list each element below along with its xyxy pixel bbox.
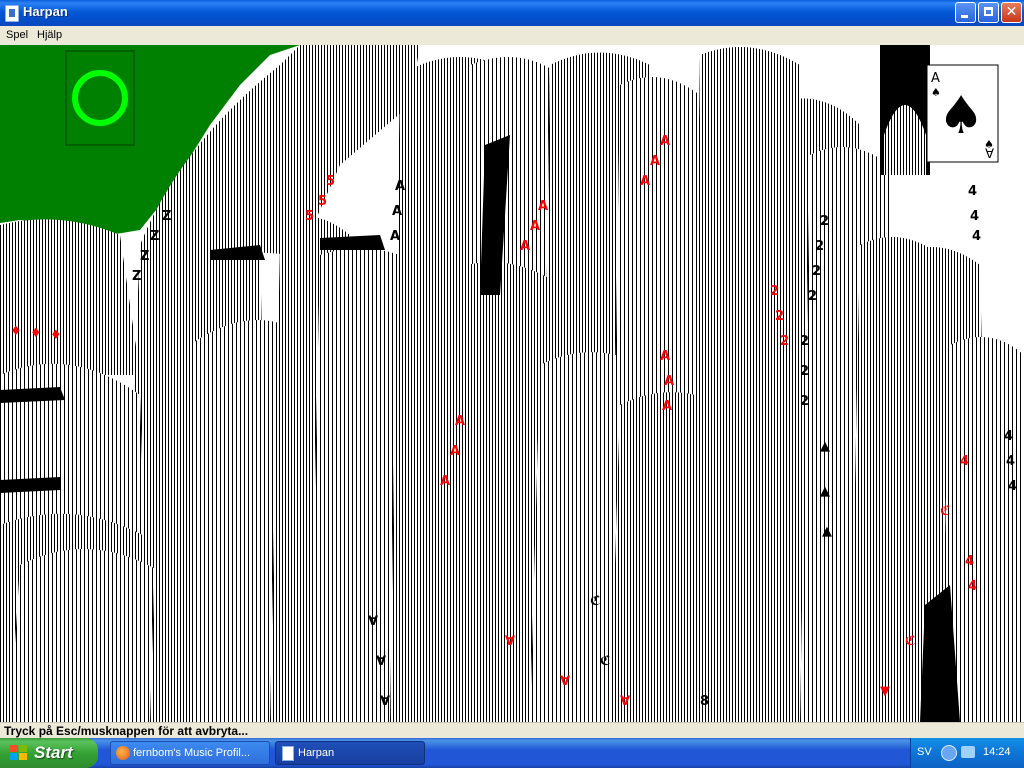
svg-text:▼: ▼: [880, 684, 890, 699]
svg-text:A: A: [440, 474, 450, 489]
svg-text:2: 2: [800, 394, 809, 409]
svg-text:∀: ∀: [505, 634, 515, 649]
svg-text:2: 2: [812, 264, 821, 279]
svg-text:∀: ∀: [376, 654, 386, 669]
svg-text:♠: ♠: [938, 86, 985, 146]
network-icon[interactable]: [961, 746, 975, 758]
svg-text:A: A: [392, 204, 402, 219]
svg-text:♦: ♦: [10, 324, 22, 339]
restore-icon: [984, 7, 993, 16]
svg-text:2: 2: [815, 239, 824, 254]
svg-text:A: A: [395, 179, 405, 194]
minimize-icon: [961, 15, 968, 18]
svg-text:2: 2: [780, 334, 789, 349]
svg-text:4: 4: [1008, 479, 1017, 494]
show-hidden-icons-icon[interactable]: [941, 745, 957, 761]
taskbar: Start fernbom's Music Profil... Harpan S…: [0, 738, 1024, 768]
maximize-button[interactable]: [978, 2, 999, 23]
svg-text:4: 4: [960, 454, 969, 469]
menu-hjalp[interactable]: Hjälp: [37, 29, 62, 41]
svg-text:2: 2: [800, 364, 809, 379]
svg-text:4: 4: [970, 209, 979, 224]
start-label: Start: [34, 743, 73, 762]
close-icon: ✕: [1005, 4, 1018, 20]
solitaire-window: Harpan ✕ Spel Hjälp 5 5 5 A A A A A A A …: [0, 0, 1024, 739]
svg-text:2: 2: [775, 309, 784, 324]
svg-text:A: A: [390, 229, 400, 244]
svg-text:A: A: [650, 154, 660, 169]
ace-of-spades-card: A ♠ ♠ ♠ ∀: [926, 64, 999, 163]
svg-text:A: A: [450, 444, 460, 459]
svg-text:A: A: [931, 71, 940, 86]
svg-text:A: A: [662, 399, 672, 414]
svg-text:5: 5: [326, 174, 335, 189]
svg-text:▲: ▲: [822, 524, 832, 539]
title-bar[interactable]: Harpan ✕: [0, 0, 1024, 26]
svg-text:8: 8: [700, 694, 709, 709]
window-title: Harpan: [23, 4, 68, 19]
language-indicator[interactable]: SV: [917, 746, 932, 758]
svg-text:2: 2: [808, 289, 817, 304]
svg-text:A: A: [640, 174, 650, 189]
svg-text:2: 2: [800, 334, 809, 349]
svg-text:ℭ: ℭ: [940, 504, 951, 519]
system-tray: SV 14:24: [910, 738, 1024, 768]
svg-text:5: 5: [305, 209, 314, 224]
svg-text:♦: ♦: [50, 328, 62, 343]
svg-text:ℭ: ℭ: [600, 654, 611, 669]
svg-text:Z: Z: [132, 269, 141, 284]
svg-text:∀: ∀: [985, 147, 994, 162]
taskbar-item-label: Harpan: [298, 747, 335, 759]
svg-text:A: A: [660, 134, 670, 149]
svg-text:4: 4: [1006, 454, 1015, 469]
windows-logo-icon: [10, 745, 28, 761]
svg-text:Z: Z: [162, 209, 171, 224]
svg-text:4: 4: [972, 229, 981, 244]
cascade-trail-middle: [390, 47, 820, 722]
menu-bar: Spel Hjälp: [0, 26, 1024, 45]
solitaire-app-icon[interactable]: [5, 5, 19, 22]
card-cascade-canvas: 555 AAA AAA AAA 222 444 AAA ♦ ♦ ♦ ∀∀∀ ▼ℭℭ …: [0, 45, 1024, 722]
svg-text:Z: Z: [140, 249, 149, 264]
svg-text:2: 2: [770, 284, 779, 299]
svg-text:A: A: [530, 219, 540, 234]
close-button[interactable]: ✕: [1001, 2, 1022, 23]
minimize-button[interactable]: [955, 2, 976, 23]
svg-text:ℭ: ℭ: [590, 594, 601, 609]
svg-text:A: A: [520, 239, 530, 254]
svg-text:A: A: [664, 374, 674, 389]
svg-text:♦: ♦: [30, 326, 42, 341]
start-button[interactable]: Start: [0, 738, 98, 768]
menu-spel[interactable]: Spel: [6, 29, 28, 41]
svg-text:4: 4: [965, 554, 974, 569]
svg-text:▲: ▲: [820, 484, 830, 499]
status-text: Tryck på Esc/musknappen för att avbryta.…: [4, 724, 249, 738]
svg-text:ℭ: ℭ: [905, 634, 916, 649]
svg-text:A: A: [538, 199, 548, 214]
svg-text:A: A: [660, 349, 670, 364]
svg-text:∀: ∀: [380, 694, 390, 709]
svg-text:4: 4: [1004, 429, 1013, 444]
status-bar: Tryck på Esc/musknappen för att avbryta.…: [0, 722, 1024, 739]
taskbar-item-label: fernbom's Music Profil...: [133, 747, 251, 759]
svg-text:4: 4: [968, 579, 977, 594]
firefox-icon: [116, 746, 130, 760]
svg-text:2: 2: [820, 214, 829, 229]
svg-text:∀: ∀: [560, 674, 570, 689]
taskbar-item-firefox[interactable]: fernbom's Music Profil...: [110, 741, 270, 765]
svg-text:▲: ▲: [820, 439, 830, 454]
svg-text:∀: ∀: [620, 694, 630, 709]
taskbar-item-harpan[interactable]: Harpan: [275, 741, 425, 765]
game-board[interactable]: 555 AAA AAA AAA 222 444 AAA ♦ ♦ ♦ ∀ ∀ ∀ ▼ ℭ ℭ …: [0, 45, 1024, 722]
svg-text:Z: Z: [150, 229, 159, 244]
svg-text:A: A: [455, 414, 465, 429]
solitaire-icon: [282, 746, 294, 761]
svg-text:∀: ∀: [368, 614, 378, 629]
svg-text:5: 5: [318, 194, 327, 209]
svg-text:4: 4: [968, 184, 977, 199]
clock[interactable]: 14:24: [983, 746, 1011, 758]
